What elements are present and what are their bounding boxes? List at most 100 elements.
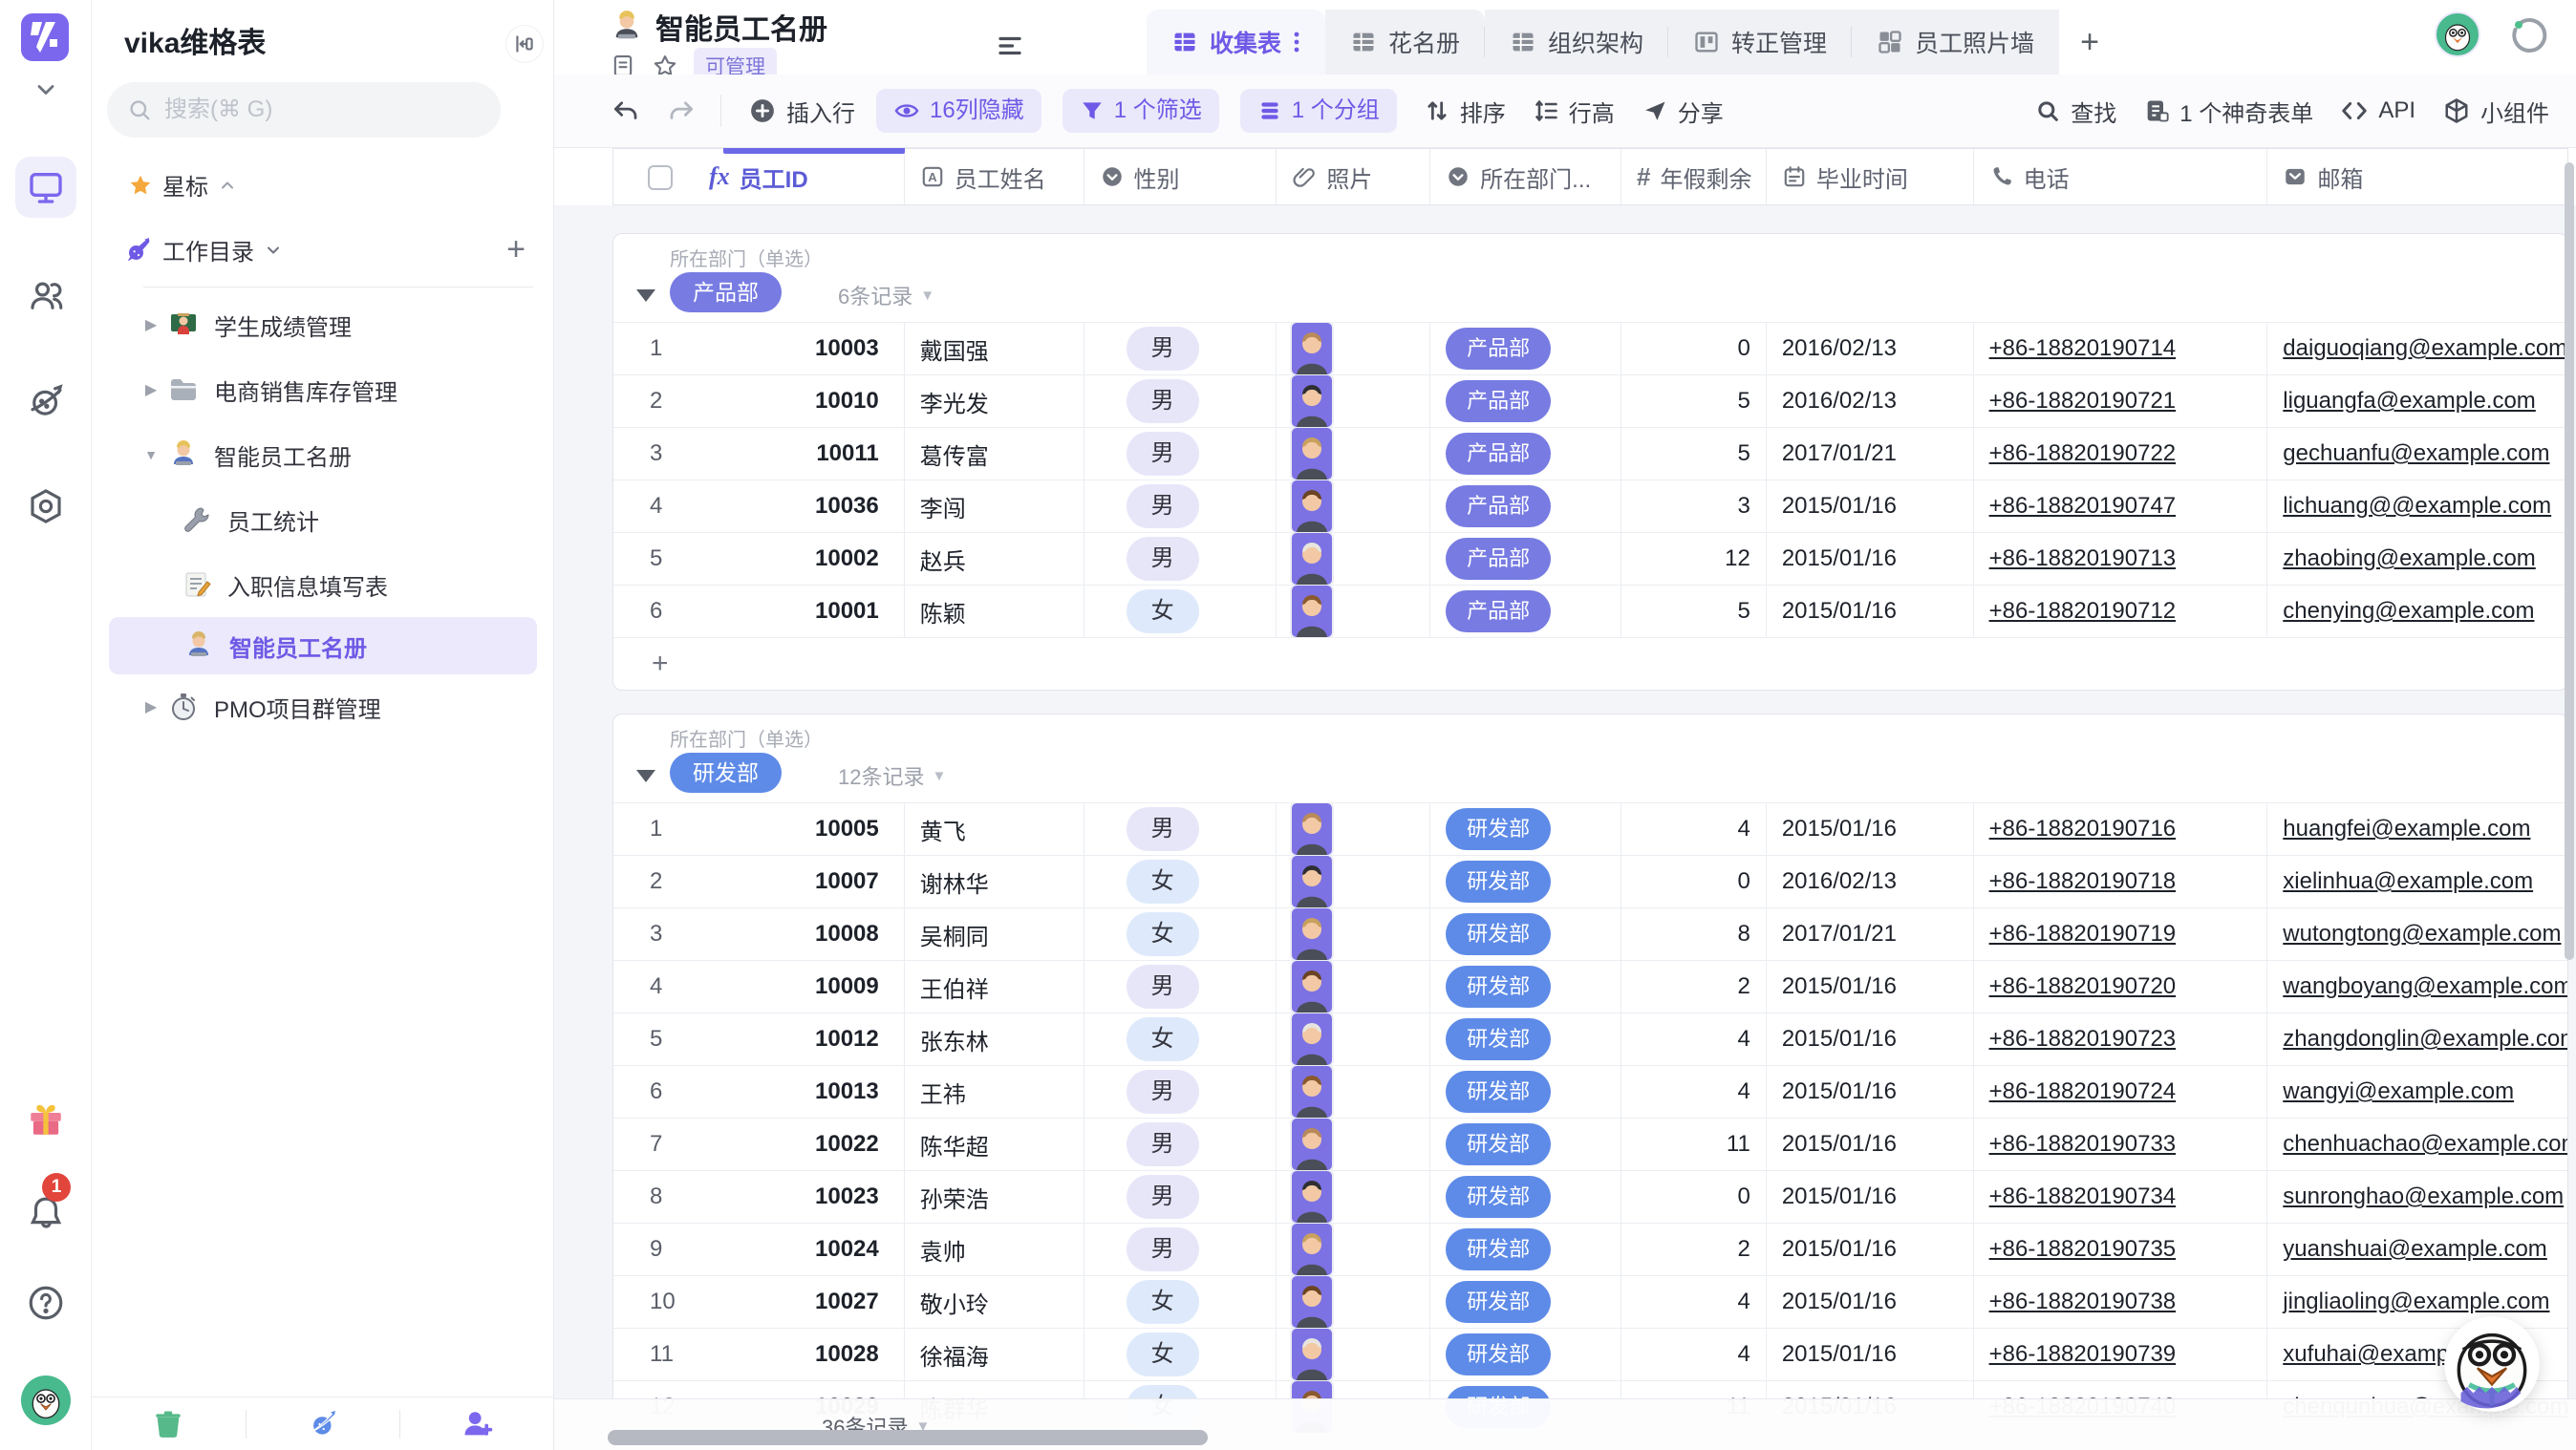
- gender-pill[interactable]: 女: [1127, 912, 1199, 956]
- gender-pill[interactable]: 男: [1127, 807, 1199, 851]
- phone-link[interactable]: +86-18820190716: [1989, 816, 2177, 842]
- employee-name-cell[interactable]: 王伯祥: [920, 970, 989, 1004]
- phone-link[interactable]: +86-18820190712: [1989, 598, 2177, 625]
- email-link[interactable]: jingliaoling@example.com: [2283, 1289, 2549, 1315]
- employee-id-cell[interactable]: 10010: [815, 388, 879, 415]
- column-header-graduation-date[interactable]: 毕业时间: [1767, 149, 1974, 204]
- department-pill[interactable]: 研发部: [1446, 1176, 1551, 1218]
- annual-leave-cell[interactable]: 2: [1737, 973, 1750, 1000]
- filter-button[interactable]: 1 个筛选: [1063, 89, 1219, 133]
- graduation-date-cell[interactable]: 2015/01/16: [1782, 1236, 1897, 1263]
- vika-logo[interactable]: [21, 13, 69, 61]
- employee-id-cell[interactable]: 10013: [815, 1078, 879, 1105]
- sort-button[interactable]: 排序: [1424, 95, 1506, 128]
- table-row[interactable]: 9 10024 袁帅 男 研发部 2 2015/01/16 +86-188201…: [613, 1224, 2567, 1276]
- gender-pill[interactable]: 男: [1127, 484, 1199, 528]
- graduation-date-cell[interactable]: 2015/01/16: [1782, 816, 1897, 842]
- undo-button[interactable]: [612, 96, 640, 125]
- caret-right-icon[interactable]: ▶: [141, 697, 161, 716]
- employee-photo[interactable]: [1292, 908, 1332, 960]
- email-link[interactable]: yuanshuai@example.com: [2283, 1236, 2547, 1263]
- table-row[interactable]: 7 10022 陈华超 男 研发部 11 2015/01/16 +86-1882…: [613, 1119, 2567, 1171]
- employee-id-cell[interactable]: 10028: [815, 1341, 879, 1368]
- phone-link[interactable]: +86-18820190723: [1989, 1026, 2177, 1053]
- column-header-name[interactable]: A 员工姓名: [905, 149, 1084, 204]
- department-pill[interactable]: 产品部: [1446, 380, 1551, 422]
- phone-link[interactable]: +86-18820190722: [1989, 440, 2177, 467]
- table-row[interactable]: 3 10008 吴桐同 女 研发部 8 2017/01/21 +86-18820…: [613, 908, 2567, 961]
- annual-leave-cell[interactable]: 0: [1737, 1183, 1750, 1210]
- phone-link[interactable]: +86-18820190713: [1989, 545, 2177, 572]
- gender-pill[interactable]: 男: [1127, 965, 1199, 1009]
- annual-leave-cell[interactable]: 5: [1737, 440, 1750, 467]
- workspace-switch-chevron-down-icon[interactable]: [32, 76, 59, 103]
- department-pill[interactable]: 产品部: [1446, 538, 1551, 580]
- annual-leave-cell[interactable]: 3: [1737, 493, 1750, 520]
- employee-name-cell[interactable]: 陈华超: [920, 1128, 989, 1162]
- tab-roster[interactable]: 花名册: [1325, 10, 1485, 75]
- directory-section[interactable]: 工作目录 +: [124, 231, 526, 268]
- phone-link[interactable]: +86-18820190720: [1989, 973, 2177, 1000]
- graduation-date-cell[interactable]: 2017/01/21: [1782, 921, 1897, 948]
- employee-id-cell[interactable]: 10002: [815, 545, 879, 572]
- group-header[interactable]: 所在部门（单选） 研发部 12条记录▼: [613, 714, 2567, 803]
- graduation-date-cell[interactable]: 2015/01/16: [1782, 1026, 1897, 1053]
- table-row[interactable]: 2 10007 谢林华 女 研发部 0 2016/02/13 +86-18820…: [613, 856, 2567, 908]
- sidebar-item-employee-stats[interactable]: 员工统计: [92, 487, 554, 552]
- hex-nut-icon[interactable]: [15, 476, 76, 537]
- department-pill[interactable]: 研发部: [1446, 1071, 1551, 1113]
- gender-pill[interactable]: 男: [1127, 1227, 1199, 1271]
- email-link[interactable]: daiguoqiang@example.com: [2283, 335, 2567, 362]
- table-row[interactable]: 6 10013 王祎 男 研发部 4 2015/01/16 +86-188201…: [613, 1066, 2567, 1119]
- tab-photo-wall[interactable]: 员工照片墙: [1852, 10, 2059, 75]
- table-row[interactable]: 6 10001 陈颖 女 产品部 5 2015/01/16 +86-188201…: [613, 586, 2567, 638]
- graduation-date-cell[interactable]: 2017/01/21: [1782, 440, 1897, 467]
- email-link[interactable]: gechuanfu@example.com: [2283, 440, 2549, 467]
- phone-link[interactable]: +86-18820190733: [1989, 1131, 2177, 1158]
- table-row[interactable]: 4 10009 王伯祥 男 研发部 2 2015/01/16 +86-18820…: [613, 961, 2567, 1013]
- employee-name-cell[interactable]: 孙荣浩: [920, 1181, 989, 1214]
- find-button[interactable]: 查找: [2034, 95, 2116, 128]
- annual-leave-cell[interactable]: 4: [1737, 816, 1750, 842]
- table-row[interactable]: 1 10005 黄飞 男 研发部 4 2015/01/16 +86-188201…: [613, 803, 2567, 856]
- group-record-count[interactable]: 12条记录▼: [838, 760, 946, 791]
- share-button[interactable]: 分享: [1642, 95, 1724, 128]
- table-row[interactable]: 11 10028 徐福海 女 研发部 4 2015/01/16 +86-1882…: [613, 1329, 2567, 1381]
- horizontal-scrollbar[interactable]: [608, 1430, 1208, 1445]
- view-list-icon[interactable]: [989, 25, 1031, 67]
- phone-link[interactable]: +86-18820190719: [1989, 921, 2177, 948]
- graduation-date-cell[interactable]: 2015/01/16: [1782, 1078, 1897, 1105]
- department-pill[interactable]: 研发部: [1446, 1281, 1551, 1323]
- help-icon[interactable]: [15, 1272, 76, 1333]
- employee-name-cell[interactable]: 李光发: [920, 385, 989, 418]
- annual-leave-cell[interactable]: 8: [1737, 921, 1750, 948]
- email-link[interactable]: zhangdonglin@example.com: [2283, 1026, 2567, 1053]
- insert-row-button[interactable]: 插入行: [748, 95, 855, 128]
- employee-name-cell[interactable]: 谢林华: [920, 865, 989, 899]
- phone-link[interactable]: +86-18820190738: [1989, 1289, 2177, 1315]
- tab-probation[interactable]: 转正管理: [1668, 10, 1852, 75]
- employee-id-cell[interactable]: 10003: [815, 335, 879, 362]
- email-link[interactable]: wangboyang@example.com: [2283, 973, 2567, 1000]
- employee-name-cell[interactable]: 张东林: [920, 1023, 989, 1056]
- graduation-date-cell[interactable]: 2015/01/16: [1782, 598, 1897, 625]
- template-planet-icon[interactable]: [15, 371, 76, 432]
- department-pill[interactable]: 研发部: [1446, 808, 1551, 850]
- gender-pill[interactable]: 男: [1127, 432, 1199, 476]
- gift-icon[interactable]: [15, 1089, 76, 1150]
- email-link[interactable]: chenying@example.com: [2283, 598, 2534, 625]
- email-link[interactable]: zhaobing@example.com: [2283, 545, 2536, 572]
- employee-name-cell[interactable]: 陈颖: [920, 595, 966, 629]
- employee-name-cell[interactable]: 徐福海: [920, 1338, 989, 1372]
- graduation-date-cell[interactable]: 2016/02/13: [1782, 335, 1897, 362]
- employee-id-cell[interactable]: 10027: [815, 1289, 879, 1315]
- employee-photo[interactable]: [1292, 1066, 1332, 1118]
- table-row[interactable]: 4 10036 李闯 男 产品部 3 2015/01/16 +86-188201…: [613, 480, 2567, 533]
- employee-id-cell[interactable]: 10036: [815, 493, 879, 520]
- annual-leave-cell[interactable]: 4: [1737, 1341, 1750, 1368]
- email-link[interactable]: huangfei@example.com: [2283, 816, 2530, 842]
- gender-pill[interactable]: 男: [1127, 1122, 1199, 1166]
- graduation-date-cell[interactable]: 2015/01/16: [1782, 545, 1897, 572]
- sidebar-item-ecommerce-inventory[interactable]: ▶ 电商销售库存管理: [92, 357, 554, 422]
- graduation-date-cell[interactable]: 2015/01/16: [1782, 1183, 1897, 1210]
